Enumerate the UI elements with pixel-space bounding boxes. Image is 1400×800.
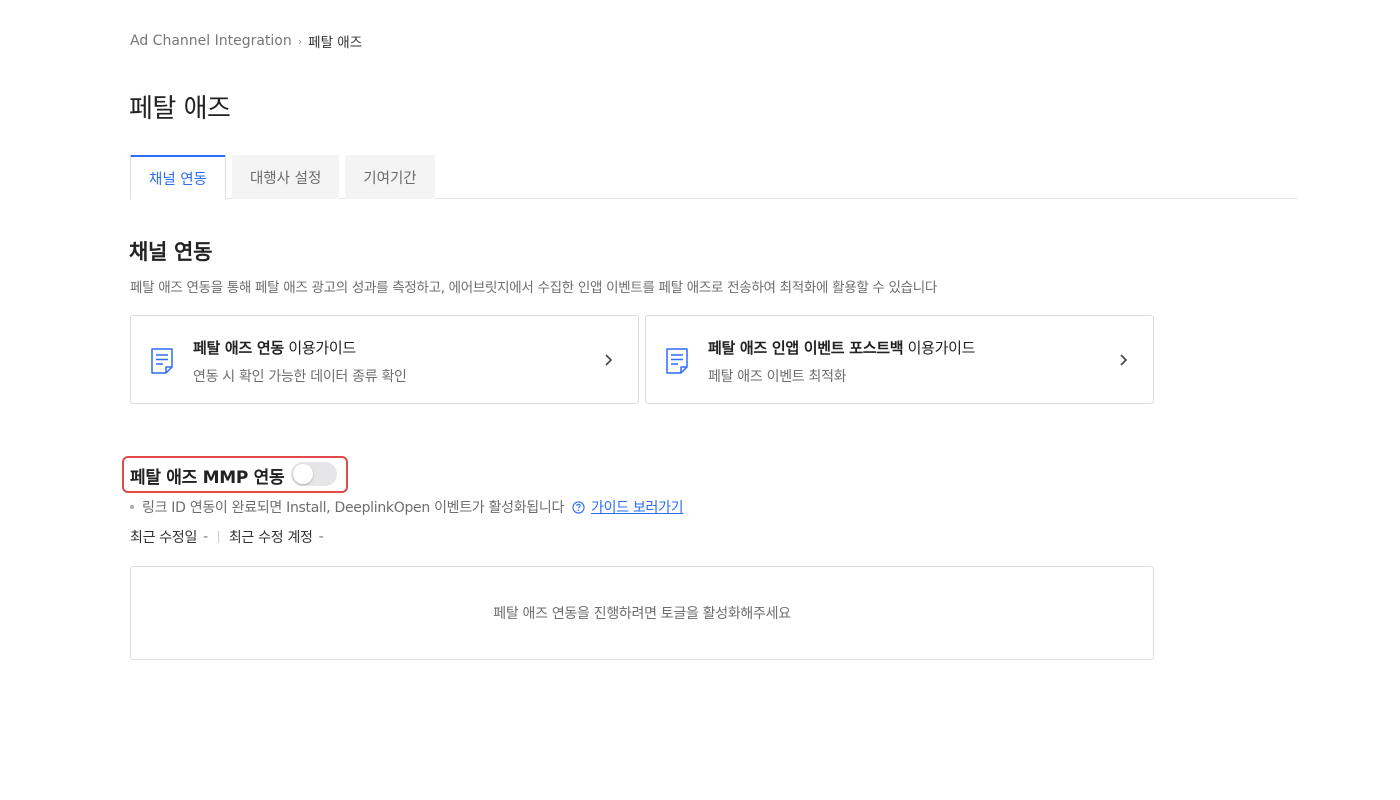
- tab-agency-settings[interactable]: 대행사 설정: [231, 155, 340, 199]
- page-title: 페탈 애즈: [129, 94, 231, 124]
- mmp-note-text: 링크 ID 연동이 완료되면 Install, DeeplinkOpen 이벤트…: [142, 500, 565, 516]
- mmp-integration-toggle[interactable]: [291, 462, 337, 486]
- mmp-note: 링크 ID 연동이 완료되면 Install, DeeplinkOpen 이벤트…: [130, 497, 684, 517]
- guide-card-subtitle: 연동 시 확인 가능한 데이터 종류 확인: [193, 369, 407, 385]
- guide-card-title-bold: 페탈 애즈 연동: [193, 339, 284, 357]
- meta-divider: [217, 531, 219, 543]
- last-account-label: 최근 수정 계정: [228, 530, 313, 546]
- modification-meta: 최근 수정일 - 최근 수정 계정 -: [130, 527, 324, 547]
- breadcrumb-root-link[interactable]: Ad Channel Integration: [130, 33, 292, 49]
- toggle-knob: [293, 464, 313, 484]
- guide-card-integration[interactable]: 페탈 애즈 연동 이용가이드 연동 시 확인 가능한 데이터 종류 확인: [130, 315, 639, 404]
- guide-card-title-bold: 페탈 애즈 인앱 이벤트 포스트백: [708, 339, 904, 357]
- document-icon: [151, 348, 173, 374]
- tab-attribution-window[interactable]: 기여기간: [345, 155, 435, 199]
- last-modified-label: 최근 수정일: [130, 530, 198, 546]
- empty-state-panel: 페탈 애즈 연동을 진행하려면 토글을 활성화해주세요: [130, 566, 1154, 660]
- bullet-dot: [130, 505, 134, 509]
- guide-card-title-rest: 이용가이드: [283, 339, 356, 357]
- chevron-right-icon: [605, 354, 613, 366]
- document-icon: [666, 348, 688, 374]
- last-modified-value: -: [203, 529, 208, 545]
- guide-card-subtitle: 페탈 애즈 이벤트 최적화: [708, 369, 847, 385]
- mmp-integration-label: 페탈 애즈 MMP 연동: [130, 468, 285, 488]
- breadcrumb-current: 페탈 애즈: [308, 35, 363, 51]
- guide-card-postback[interactable]: 페탈 애즈 인앱 이벤트 포스트백 이용가이드 페탈 애즈 이벤트 최적화: [645, 315, 1154, 404]
- section-title: 채널 연동: [129, 240, 213, 264]
- chevron-right-icon: ›: [297, 34, 303, 48]
- tab-bar: 채널 연동 대행사 설정 기여기간: [130, 155, 1297, 200]
- guide-card-title: 페탈 애즈 연동 이용가이드: [193, 337, 407, 358]
- chevron-right-icon: [1120, 354, 1128, 366]
- guide-card-title-rest: 이용가이드: [903, 339, 976, 357]
- guide-card-title: 페탈 애즈 인앱 이벤트 포스트백 이용가이드: [708, 337, 975, 358]
- guide-link[interactable]: 가이드 보러가기: [591, 497, 684, 517]
- breadcrumb: Ad Channel Integration › 페탈 애즈: [130, 31, 362, 51]
- empty-state-message: 페탈 애즈 연동을 진행하려면 토글을 활성화해주세요: [493, 606, 791, 622]
- section-description: 페탈 애즈 연동을 통해 페탈 애즈 광고의 성과를 측정하고, 에어브릿지에서…: [130, 280, 938, 296]
- tab-channel-integration[interactable]: 채널 연동: [130, 155, 226, 200]
- last-account-value: -: [318, 529, 324, 545]
- question-circle-icon[interactable]: [572, 500, 585, 514]
